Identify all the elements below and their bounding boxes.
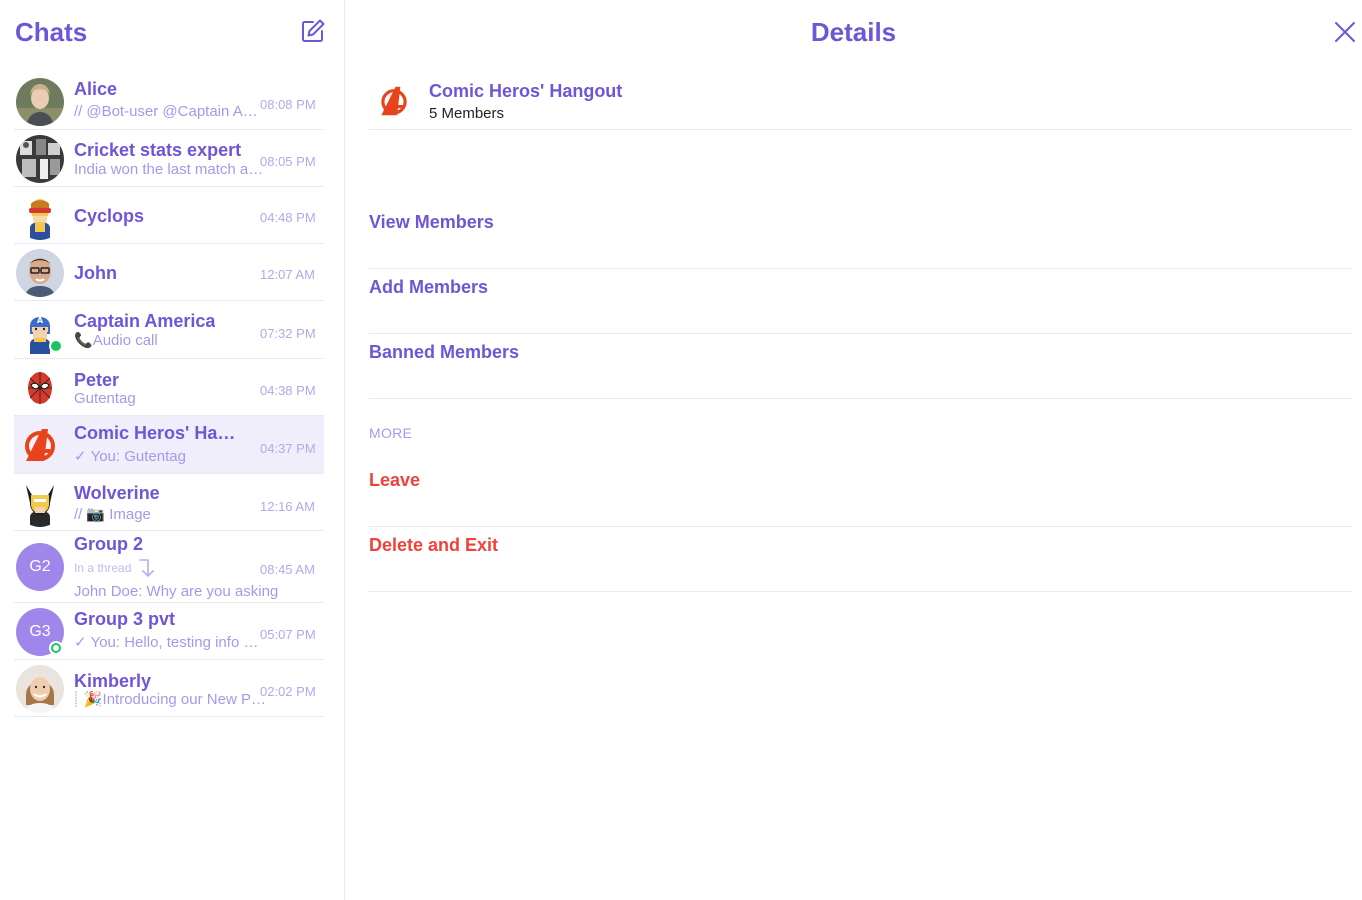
chat-item-cricket-stats-expert[interactable]: Cricket stats expert India won the last … [14, 130, 324, 187]
compose-icon[interactable] [299, 17, 327, 45]
chat-name: Group 3 pvt [74, 609, 176, 629]
chat-time: 12:16 AM [260, 499, 315, 514]
chat-item-comic-heros-hangout[interactable]: Comic Heros' Hangout ✓You: Gutentag 04:3… [14, 416, 324, 474]
chat-name: Peter [74, 370, 120, 390]
chat-time: 07:32 PM [260, 326, 316, 341]
group-header: Comic Heros' Hangout 5 Members [369, 74, 1352, 130]
chat-preview: ✓ You: Gutentag [74, 448, 186, 465]
thread-pin-icon: ⸽ [74, 691, 78, 708]
details-panel: Details Comic Heros' Hangout 5 Members V… [345, 0, 1362, 900]
chat-name: Cricket stats expert [74, 140, 242, 160]
avatar [16, 665, 64, 713]
check-icon: ✓ [74, 448, 87, 465]
wolverine-icon [16, 479, 64, 527]
details-title: Details [810, 17, 897, 47]
chat-name: Cyclops [74, 206, 145, 226]
avengers-logo [16, 421, 64, 469]
double-check-icon: // [74, 103, 83, 120]
chat-preview: ⸽🎉Introducing our New Product [74, 691, 269, 708]
captain-america-icon: A [16, 306, 64, 354]
more-section-label: MORE [369, 425, 413, 441]
check-icon: ✓ [74, 634, 87, 651]
chat-name: Captain America [74, 311, 216, 331]
avatar [16, 78, 64, 126]
chat-item-john[interactable]: John 12:07 AM [14, 244, 324, 301]
chat-preview: //@Bot-user @Captain America [74, 103, 267, 120]
sidebar-title: Chats [15, 17, 88, 47]
chat-time: 05:07 PM [260, 627, 316, 642]
online-status-icon [49, 339, 63, 353]
group-name: Comic Heros' Hangout [429, 81, 623, 101]
chat-item-kimberly[interactable]: Kimberly ⸽🎉Introducing our New Product 0… [14, 660, 324, 717]
chat-item-alice[interactable]: Alice //@Bot-user @Captain America 08:08… [14, 73, 324, 130]
online-status-icon [49, 641, 63, 655]
delete-and-exit-button[interactable]: Delete and Exit [369, 527, 1352, 592]
chat-time: 04:38 PM [260, 383, 316, 398]
chat-name: Wolverine [74, 483, 160, 503]
chat-time: 08:08 PM [260, 97, 316, 112]
chat-preview: John Doe: Why are you asking [74, 583, 279, 600]
avatar: G3 [16, 608, 64, 656]
chat-list: Alice //@Bot-user @Captain America 08:08… [14, 73, 324, 717]
camera-icon: 📷 [86, 506, 106, 523]
avengers-logo [375, 82, 413, 120]
thread-indicator: In a thread [74, 557, 159, 579]
chat-time: 02:02 PM [260, 684, 316, 699]
group-member-count: 5 Members [429, 105, 505, 122]
chat-item-cyclops[interactable]: Cyclops 04:48 PM [14, 187, 324, 244]
avatar [16, 135, 64, 183]
chat-item-captain-america[interactable]: A Captain America 📞Audio call 07:32 PM [14, 301, 324, 359]
svg-text:A: A [37, 316, 44, 325]
chat-name: Comic Heros' Hangout [74, 423, 244, 443]
sidebar-header: Chats [0, 0, 345, 64]
spiderman-icon [16, 364, 64, 412]
add-members-button[interactable]: Add Members [369, 269, 1352, 334]
leave-button[interactable]: Leave [369, 462, 1352, 527]
chat-name: Group 2 [74, 534, 144, 554]
party-icon: 🎉 [83, 691, 103, 708]
chat-name: Alice [74, 79, 118, 99]
chat-time: 08:05 PM [260, 154, 316, 169]
chat-time: 08:45 AM [260, 562, 315, 577]
banned-members-button[interactable]: Banned Members [369, 334, 1352, 399]
chat-item-group-2[interactable]: G2 Group 2 In a thread John Doe: Why are… [14, 531, 324, 603]
avatar: G2 [16, 543, 64, 591]
view-members-button[interactable]: View Members [369, 204, 1352, 269]
thread-arrow-icon [139, 559, 155, 577]
avatar [16, 249, 64, 297]
chat-preview: India won the last match against Pakista… [74, 161, 271, 178]
cyclops-icon [16, 192, 64, 240]
chat-preview: //📷 Image [74, 506, 151, 523]
double-check-icon: // [74, 506, 83, 523]
chat-preview: 📞Audio call [74, 332, 158, 349]
phone-icon: 📞 [74, 332, 93, 349]
chat-name: Kimberly [74, 671, 152, 691]
chat-preview: ✓You: Hello, testing info message [74, 634, 260, 651]
chat-item-group-3-pvt[interactable]: G3 Group 3 pvt ✓ You: Hello, testing info… [14, 603, 324, 660]
chat-time: 12:07 AM [260, 267, 315, 282]
chat-time: 04:48 PM [260, 210, 316, 225]
chat-name: John [74, 263, 117, 283]
chat-item-peter[interactable]: Peter Gutentag 04:38 PM [14, 359, 324, 416]
chat-preview: Gutentag [74, 390, 136, 407]
chat-item-wolverine[interactable]: Wolverine //📷 Image 12:16 AM [14, 474, 324, 531]
chat-time: 04:37 PM [260, 441, 316, 456]
chat-sidebar: Chats Alice //@Bot-user @Captain America… [0, 0, 345, 900]
close-icon[interactable] [1333, 20, 1357, 44]
